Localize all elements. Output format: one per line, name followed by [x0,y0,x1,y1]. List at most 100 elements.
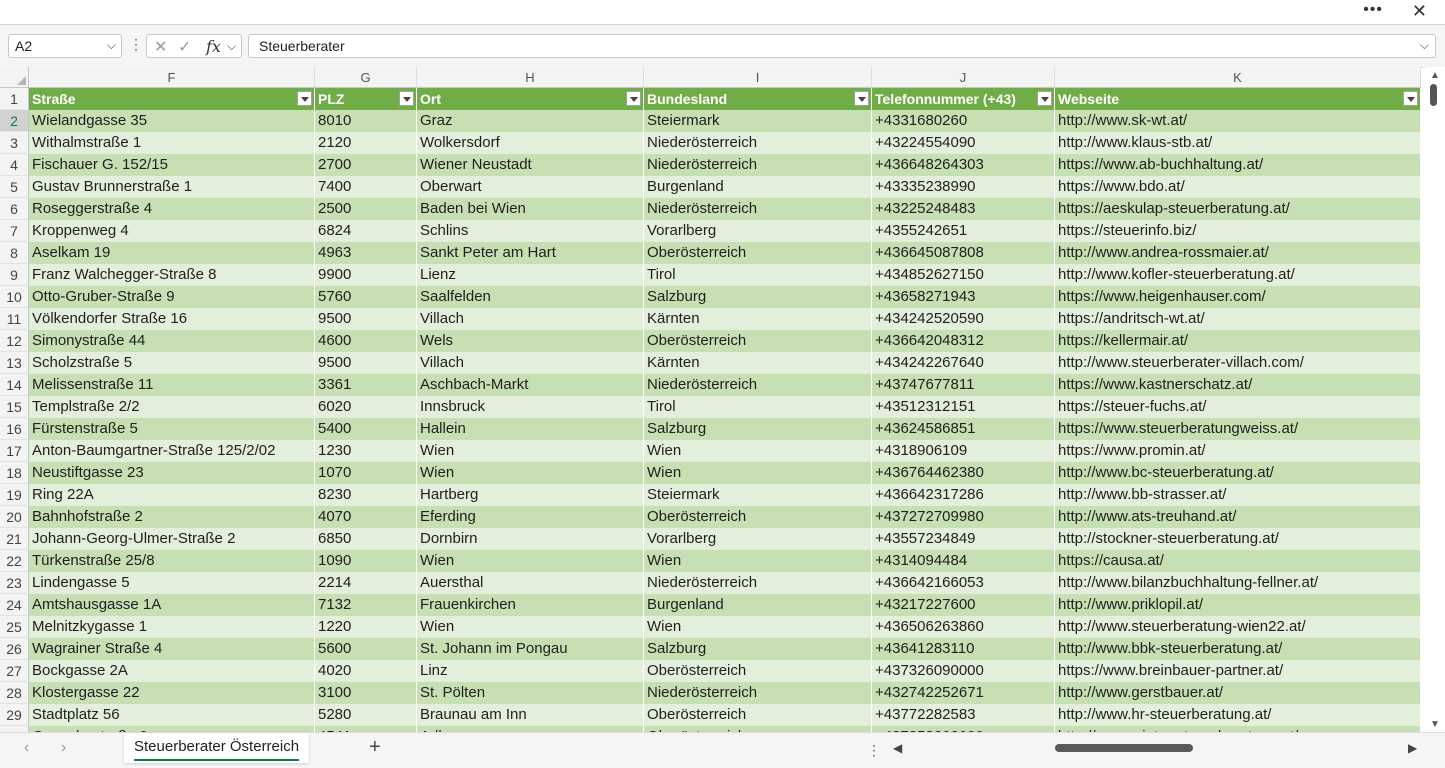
table-cell[interactable]: Melissenstraße 11 [29,374,315,396]
table-cell[interactable]: 4963 [315,242,417,264]
table-header-cell[interactable]: Ort [417,88,644,110]
table-cell[interactable]: http://www.sk-wt.at/ [1055,110,1421,132]
row-header[interactable]: 20 [0,506,29,528]
table-header-cell[interactable]: Straße [29,88,315,110]
table-cell[interactable]: +437272709980 [872,506,1055,528]
table-cell[interactable]: https://www.kastnerschatz.at/ [1055,374,1421,396]
table-cell[interactable]: St. Pölten [417,682,644,704]
table-header-cell[interactable]: PLZ [315,88,417,110]
table-cell[interactable]: Salzburg [644,418,872,440]
table-cell[interactable]: 9500 [315,352,417,374]
table-cell[interactable]: Burgenland [644,594,872,616]
vertical-scrollbar[interactable]: ▲ ▼ [1425,67,1445,732]
table-cell[interactable]: +43557234849 [872,528,1055,550]
table-header-cell[interactable]: Bundesland [644,88,872,110]
table-cell[interactable]: 5280 [315,704,417,726]
row-header[interactable]: 17 [0,440,29,462]
table-cell[interactable]: 1220 [315,616,417,638]
table-cell[interactable]: Vorarlberg [644,528,872,550]
table-cell[interactable]: Baden bei Wien [417,198,644,220]
table-cell[interactable]: Niederösterreich [644,682,872,704]
table-cell[interactable]: Templstraße 2/2 [29,396,315,418]
table-cell[interactable]: +434242520590 [872,308,1055,330]
row-header[interactable]: 27 [0,660,29,682]
table-cell[interactable]: http://www.kofler-steuerberatung.at/ [1055,264,1421,286]
table-cell[interactable]: +43624586851 [872,418,1055,440]
table-cell[interactable]: http://www.gerstbauer.at/ [1055,682,1421,704]
table-cell[interactable]: Bockgasse 2A [29,660,315,682]
table-cell[interactable]: 5400 [315,418,417,440]
table-cell[interactable]: Amtshausgasse 1A [29,594,315,616]
table-cell[interactable]: +436764462380 [872,462,1055,484]
table-cell[interactable]: Eferding [417,506,644,528]
row-header[interactable]: 22 [0,550,29,572]
table-cell[interactable]: +432742252671 [872,682,1055,704]
filter-dropdown-icon[interactable] [1403,91,1418,106]
table-cell[interactable]: Oberwart [417,176,644,198]
table-cell[interactable]: +43512312151 [872,396,1055,418]
table-cell[interactable]: 4020 [315,660,417,682]
table-cell[interactable]: Dornbirn [417,528,644,550]
table-cell[interactable]: Salzburg [644,286,872,308]
row-header[interactable]: 12 [0,330,29,352]
table-cell[interactable]: Stadtplatz 56 [29,704,315,726]
table-cell[interactable]: http://www.priklopil.at/ [1055,594,1421,616]
table-cell[interactable]: Linz [417,660,644,682]
table-cell[interactable]: Wagrainer Straße 4 [29,638,315,660]
table-cell[interactable]: Kroppenweg 4 [29,220,315,242]
table-cell[interactable]: Innsbruck [417,396,644,418]
table-cell[interactable]: Sankt Peter am Hart [417,242,644,264]
column-header[interactable]: F [29,67,315,88]
chevron-down-icon[interactable]: ⌵ [227,39,236,54]
table-cell[interactable]: +436645087808 [872,242,1055,264]
table-cell[interactable]: Lindengasse 5 [29,572,315,594]
table-cell[interactable]: https://www.breinbauer-partner.at/ [1055,660,1421,682]
table-cell[interactable]: Wels [417,330,644,352]
table-cell[interactable]: 4070 [315,506,417,528]
table-cell[interactable]: +43772282583 [872,704,1055,726]
enter-icon[interactable]: ✓ [178,37,191,57]
table-cell[interactable]: http://www.ats-treuhand.at/ [1055,506,1421,528]
table-cell[interactable]: Hallein [417,418,644,440]
table-cell[interactable]: 7400 [315,176,417,198]
row-header[interactable]: 25 [0,616,29,638]
sheet-tab-active[interactable]: Steuerberater Österreich [124,733,310,763]
table-cell[interactable]: Oberösterreich [644,242,872,264]
table-cell[interactable]: https://kellermair.at/ [1055,330,1421,352]
table-cell[interactable]: Wiener Neustadt [417,154,644,176]
table-cell[interactable]: +436506263860 [872,616,1055,638]
cancel-icon[interactable]: ✕ [154,37,167,57]
name-box[interactable]: A2 ⌵ [8,34,122,58]
table-cell[interactable]: 5600 [315,638,417,660]
table-cell[interactable]: https://andritsch-wt.at/ [1055,308,1421,330]
row-header[interactable]: 18 [0,462,29,484]
table-cell[interactable]: Tirol [644,396,872,418]
table-cell[interactable]: Wien [644,440,872,462]
table-cell[interactable]: 6020 [315,396,417,418]
table-cell[interactable]: Neustiftgasse 23 [29,462,315,484]
row-header[interactable]: 28 [0,682,29,704]
table-cell[interactable]: Saalfelden [417,286,644,308]
row-header[interactable]: 7 [0,220,29,242]
table-cell[interactable]: https://causa.at/ [1055,550,1421,572]
next-sheet-icon[interactable]: › [61,739,66,757]
row-header[interactable]: 15 [0,396,29,418]
table-header-cell[interactable]: Telefonnummer (+43) [872,88,1055,110]
row-header[interactable]: 8 [0,242,29,264]
table-cell[interactable]: Braunau am Inn [417,704,644,726]
row-header[interactable]: 29 [0,704,29,726]
close-icon[interactable]: ✕ [1412,0,1427,22]
table-cell[interactable]: +436648264303 [872,154,1055,176]
column-header[interactable]: G [315,67,417,88]
row-header[interactable]: 23 [0,572,29,594]
table-cell[interactable]: https://steuer-fuchs.at/ [1055,396,1421,418]
table-cell[interactable]: http://www.hr-steuerberatung.at/ [1055,704,1421,726]
scroll-left-icon[interactable]: ◀ [893,741,902,755]
scroll-right-icon[interactable]: ▶ [1408,741,1417,755]
table-cell[interactable]: Lienz [417,264,644,286]
scroll-up-icon[interactable]: ▲ [1430,70,1440,81]
row-header[interactable]: 4 [0,154,29,176]
horizontal-scroll-thumb[interactable] [1055,744,1193,752]
table-cell[interactable]: Burgenland [644,176,872,198]
table-cell[interactable]: 1230 [315,440,417,462]
